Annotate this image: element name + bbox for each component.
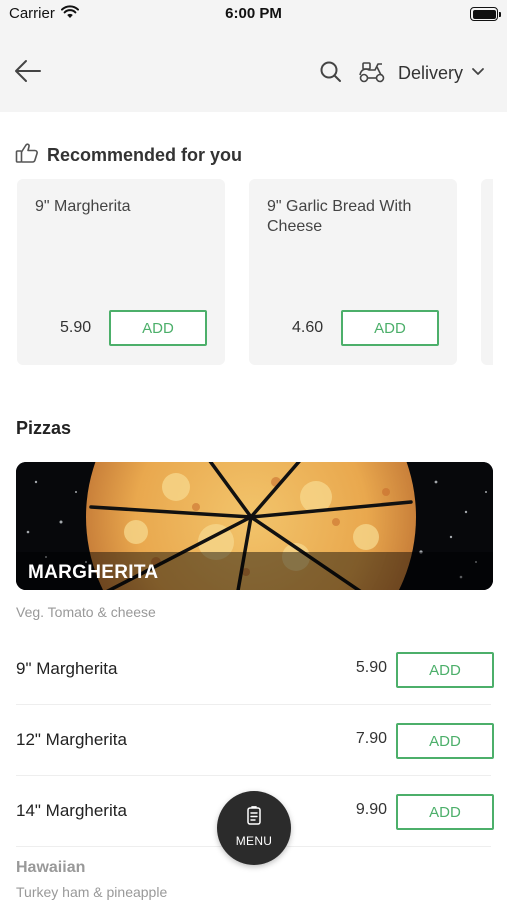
clock: 6:00 PM — [225, 5, 282, 22]
recommended-card[interactable]: 9" Garlic Bread With Cheese 4.60 ADD — [249, 179, 457, 365]
menu-item-price: 7.90 — [355, 730, 387, 747]
menu-button-label: MENU — [235, 834, 273, 848]
add-button[interactable]: ADD — [396, 794, 494, 830]
recommended-header: Recommended for you — [15, 142, 242, 168]
add-button[interactable]: ADD — [396, 652, 494, 688]
menu-card-icon — [246, 806, 262, 831]
recommended-title: Recommended for you — [47, 144, 243, 165]
scooter-icon — [357, 58, 387, 84]
recommended-item-price: 5.90 — [60, 319, 92, 336]
menu-item-name: 12" Margherita — [16, 730, 127, 749]
status-bar: Carrier 6:00 PM — [0, 0, 507, 30]
delivery-mode-selector[interactable]: Delivery — [398, 60, 485, 86]
battery-icon — [470, 7, 501, 21]
recommended-item-price: 4.60 — [292, 319, 324, 336]
top-nav-bar: Delivery — [0, 30, 507, 112]
thumbs-up-icon — [15, 142, 39, 169]
next-section-description: Turkey ham & pineapple — [16, 884, 168, 900]
back-button[interactable] — [13, 58, 43, 84]
add-button[interactable]: ADD — [396, 723, 494, 759]
section-description: Veg. Tomato & cheese — [16, 604, 156, 620]
menu-item-row: 12" Margherita 7.90 ADD — [16, 706, 494, 776]
banner-label: MARGHERITA — [28, 562, 159, 583]
add-button[interactable]: ADD — [109, 310, 207, 346]
menu-item-row: 9" Margherita 5.90 ADD — [16, 635, 494, 705]
next-section-title: Hawaiian — [16, 859, 86, 876]
search-button[interactable] — [318, 59, 344, 85]
menu-item-price: 5.90 — [355, 659, 387, 676]
arrow-left-icon — [15, 60, 41, 82]
menu-item-price: 9.90 — [355, 801, 387, 818]
section-title: Pizzas — [16, 418, 72, 438]
menu-item-name: 9" Margherita — [16, 659, 118, 678]
menu-button[interactable]: MENU — [217, 791, 291, 865]
chevron-down-icon — [471, 64, 485, 82]
delivery-mode-label: Delivery — [398, 62, 464, 83]
recommended-card-partial[interactable] — [481, 179, 493, 365]
menu-item-name: 14" Margherita — [16, 801, 127, 820]
recommended-item-name: 9" Garlic Bread With Cheese — [267, 198, 412, 235]
add-button[interactable]: ADD — [341, 310, 439, 346]
recommended-card[interactable]: 9" Margherita 5.90 ADD — [17, 179, 225, 365]
search-icon — [320, 61, 341, 82]
app-screen: Carrier 6:00 PM Delivery Recommended for… — [0, 0, 507, 900]
category-banner: MARGHERITA — [16, 462, 493, 590]
recommended-item-name: 9" Margherita — [35, 198, 131, 215]
